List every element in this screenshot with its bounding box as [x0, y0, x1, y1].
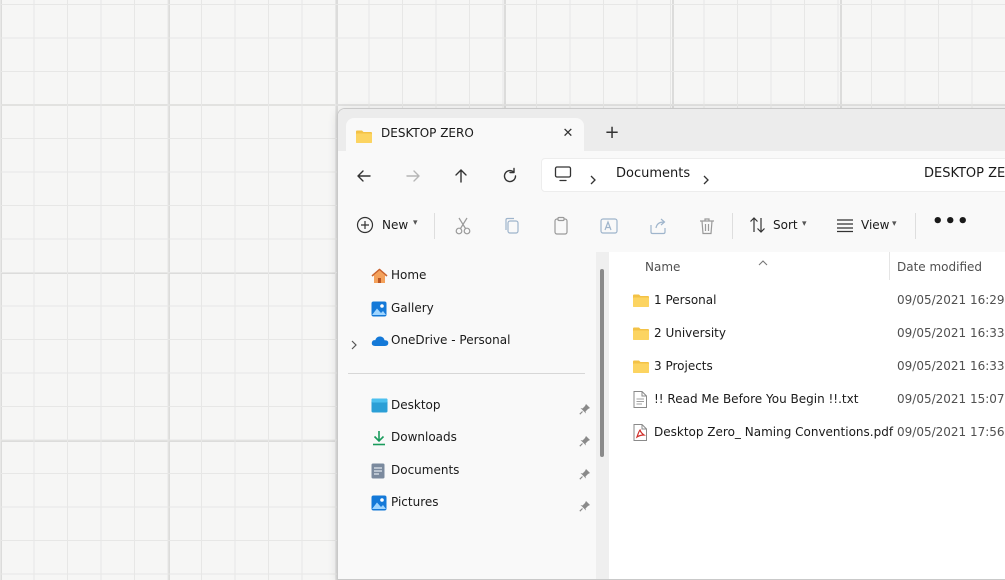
desktop-icon [371, 398, 388, 417]
sort-arrows-icon [750, 217, 765, 233]
paste-icon[interactable] [549, 214, 573, 238]
sidebar-item-gallery[interactable]: Gallery [338, 295, 600, 323]
text-file-icon [633, 391, 647, 412]
navigation-pane: Home Gallery OneDrive - Personal Desktop [338, 252, 610, 579]
cut-icon[interactable] [451, 214, 475, 238]
chevron-down-icon: ▾ [892, 219, 897, 229]
breadcrumb-chevron-icon[interactable] [589, 170, 597, 189]
view-button-label: View [861, 218, 890, 232]
pdf-file-icon [633, 424, 647, 445]
copy-icon[interactable] [500, 214, 524, 238]
sidebar-item-label: Downloads [391, 430, 457, 444]
sort-ascending-icon [758, 252, 768, 271]
sidebar-item-label: Gallery [391, 301, 434, 315]
address-field[interactable]: Documents DESKTOP ZERO [541, 158, 1005, 192]
file-date-modified: 09/05/2021 16:33 [897, 359, 1005, 373]
list-view-icon [837, 219, 853, 233]
documents-icon [371, 463, 385, 483]
file-date-modified: 09/05/2021 16:33 [897, 326, 1005, 340]
forward-arrow-icon[interactable] [400, 163, 426, 189]
column-header-name[interactable]: Name [645, 260, 680, 274]
more-options-icon[interactable]: ••• [932, 211, 969, 235]
file-name: 2 University [654, 326, 726, 340]
new-button-label: New [382, 218, 409, 232]
file-explorer-window: DESKTOP ZERO ✕ + Documents DESKTOP ZE Ne… [337, 108, 1005, 580]
back-arrow-icon[interactable] [351, 163, 377, 189]
rename-icon[interactable] [597, 214, 621, 238]
breadcrumb-current-folder[interactable]: DESKTOP ZERO [924, 166, 1005, 181]
tab-bar: DESKTOP ZERO ✕ + [338, 109, 1005, 151]
file-name: !! Read Me Before You Begin !!.txt [654, 392, 859, 406]
sidebar-item-label: OneDrive - Personal [391, 333, 511, 347]
file-name: Desktop Zero_ Naming Conventions.pdf [654, 425, 894, 439]
sidebar-item-label: Documents [391, 463, 460, 477]
gallery-icon [371, 301, 387, 321]
file-date-modified: 09/05/2021 17:56 [897, 425, 1005, 439]
file-name: 3 Projects [654, 359, 713, 373]
downloads-icon [371, 430, 387, 450]
file-list: Name Date modified 1 Personal 09/05/2021… [609, 252, 1005, 579]
sidebar-item-pictures[interactable]: Pictures [338, 489, 600, 517]
sidebar-item-desktop[interactable]: Desktop [338, 392, 600, 420]
toolbar-divider [434, 213, 435, 239]
command-bar: New ▾ Sort ▾ View ▾ ••• [338, 199, 1005, 253]
pictures-icon [371, 495, 387, 515]
tab-title: DESKTOP ZERO [381, 126, 474, 140]
tab-desktop-zero[interactable]: DESKTOP ZERO ✕ [346, 118, 584, 151]
breadcrumb-chevron-icon[interactable] [702, 170, 710, 189]
home-icon [371, 268, 388, 288]
sort-button-label: Sort [773, 218, 798, 232]
folder-icon [633, 358, 649, 377]
toolbar-divider [732, 213, 733, 239]
file-row[interactable]: 1 Personal 09/05/2021 16:29 [609, 286, 1005, 316]
sidebar-item-home[interactable]: Home [338, 262, 600, 290]
file-row[interactable]: 3 Projects 09/05/2021 16:33 [609, 352, 1005, 382]
sidebar-item-onedrive[interactable]: OneDrive - Personal [338, 327, 600, 355]
chevron-down-icon: ▾ [802, 219, 807, 229]
breadcrumb-documents[interactable]: Documents [616, 166, 690, 181]
tab-close-icon[interactable]: ✕ [558, 124, 578, 144]
file-date-modified: 09/05/2021 15:07 [897, 392, 1005, 406]
file-row[interactable]: !! Read Me Before You Begin !!.txt 09/05… [609, 385, 1005, 415]
column-divider[interactable] [889, 252, 890, 280]
folder-icon [356, 128, 372, 147]
pin-icon[interactable] [579, 432, 591, 451]
chevron-right-icon[interactable] [350, 335, 358, 354]
file-row[interactable]: 2 University 09/05/2021 16:33 [609, 319, 1005, 349]
file-name: 1 Personal [654, 293, 717, 307]
file-date-modified: 09/05/2021 16:29 [897, 293, 1005, 307]
sidebar-item-documents[interactable]: Documents [338, 457, 600, 485]
sidebar-item-label: Desktop [391, 398, 441, 412]
up-arrow-icon[interactable] [448, 163, 474, 189]
pin-icon[interactable] [579, 497, 591, 516]
onedrive-cloud-icon [371, 333, 389, 352]
pin-icon[interactable] [579, 465, 591, 484]
folder-icon [633, 292, 649, 311]
folder-icon [633, 325, 649, 344]
plus-circle-icon [356, 216, 374, 234]
file-row[interactable]: Desktop Zero_ Naming Conventions.pdf 09/… [609, 418, 1005, 448]
toolbar-divider [915, 213, 916, 239]
scrollbar-thumb[interactable] [600, 269, 604, 457]
chevron-down-icon: ▾ [413, 218, 418, 228]
address-bar-row: Documents DESKTOP ZERO [338, 151, 1005, 199]
share-icon[interactable] [646, 214, 670, 238]
column-header-date-modified[interactable]: Date modified [897, 260, 982, 274]
sidebar-item-label: Home [391, 268, 427, 282]
sidebar-item-label: Pictures [391, 495, 439, 509]
sidebar-divider [348, 373, 585, 374]
refresh-icon[interactable] [497, 163, 523, 189]
delete-icon[interactable] [695, 214, 719, 238]
sidebar-item-downloads[interactable]: Downloads [338, 424, 600, 452]
pin-icon[interactable] [579, 400, 591, 419]
this-pc-icon[interactable] [554, 165, 572, 187]
new-tab-button[interactable]: + [600, 122, 624, 146]
